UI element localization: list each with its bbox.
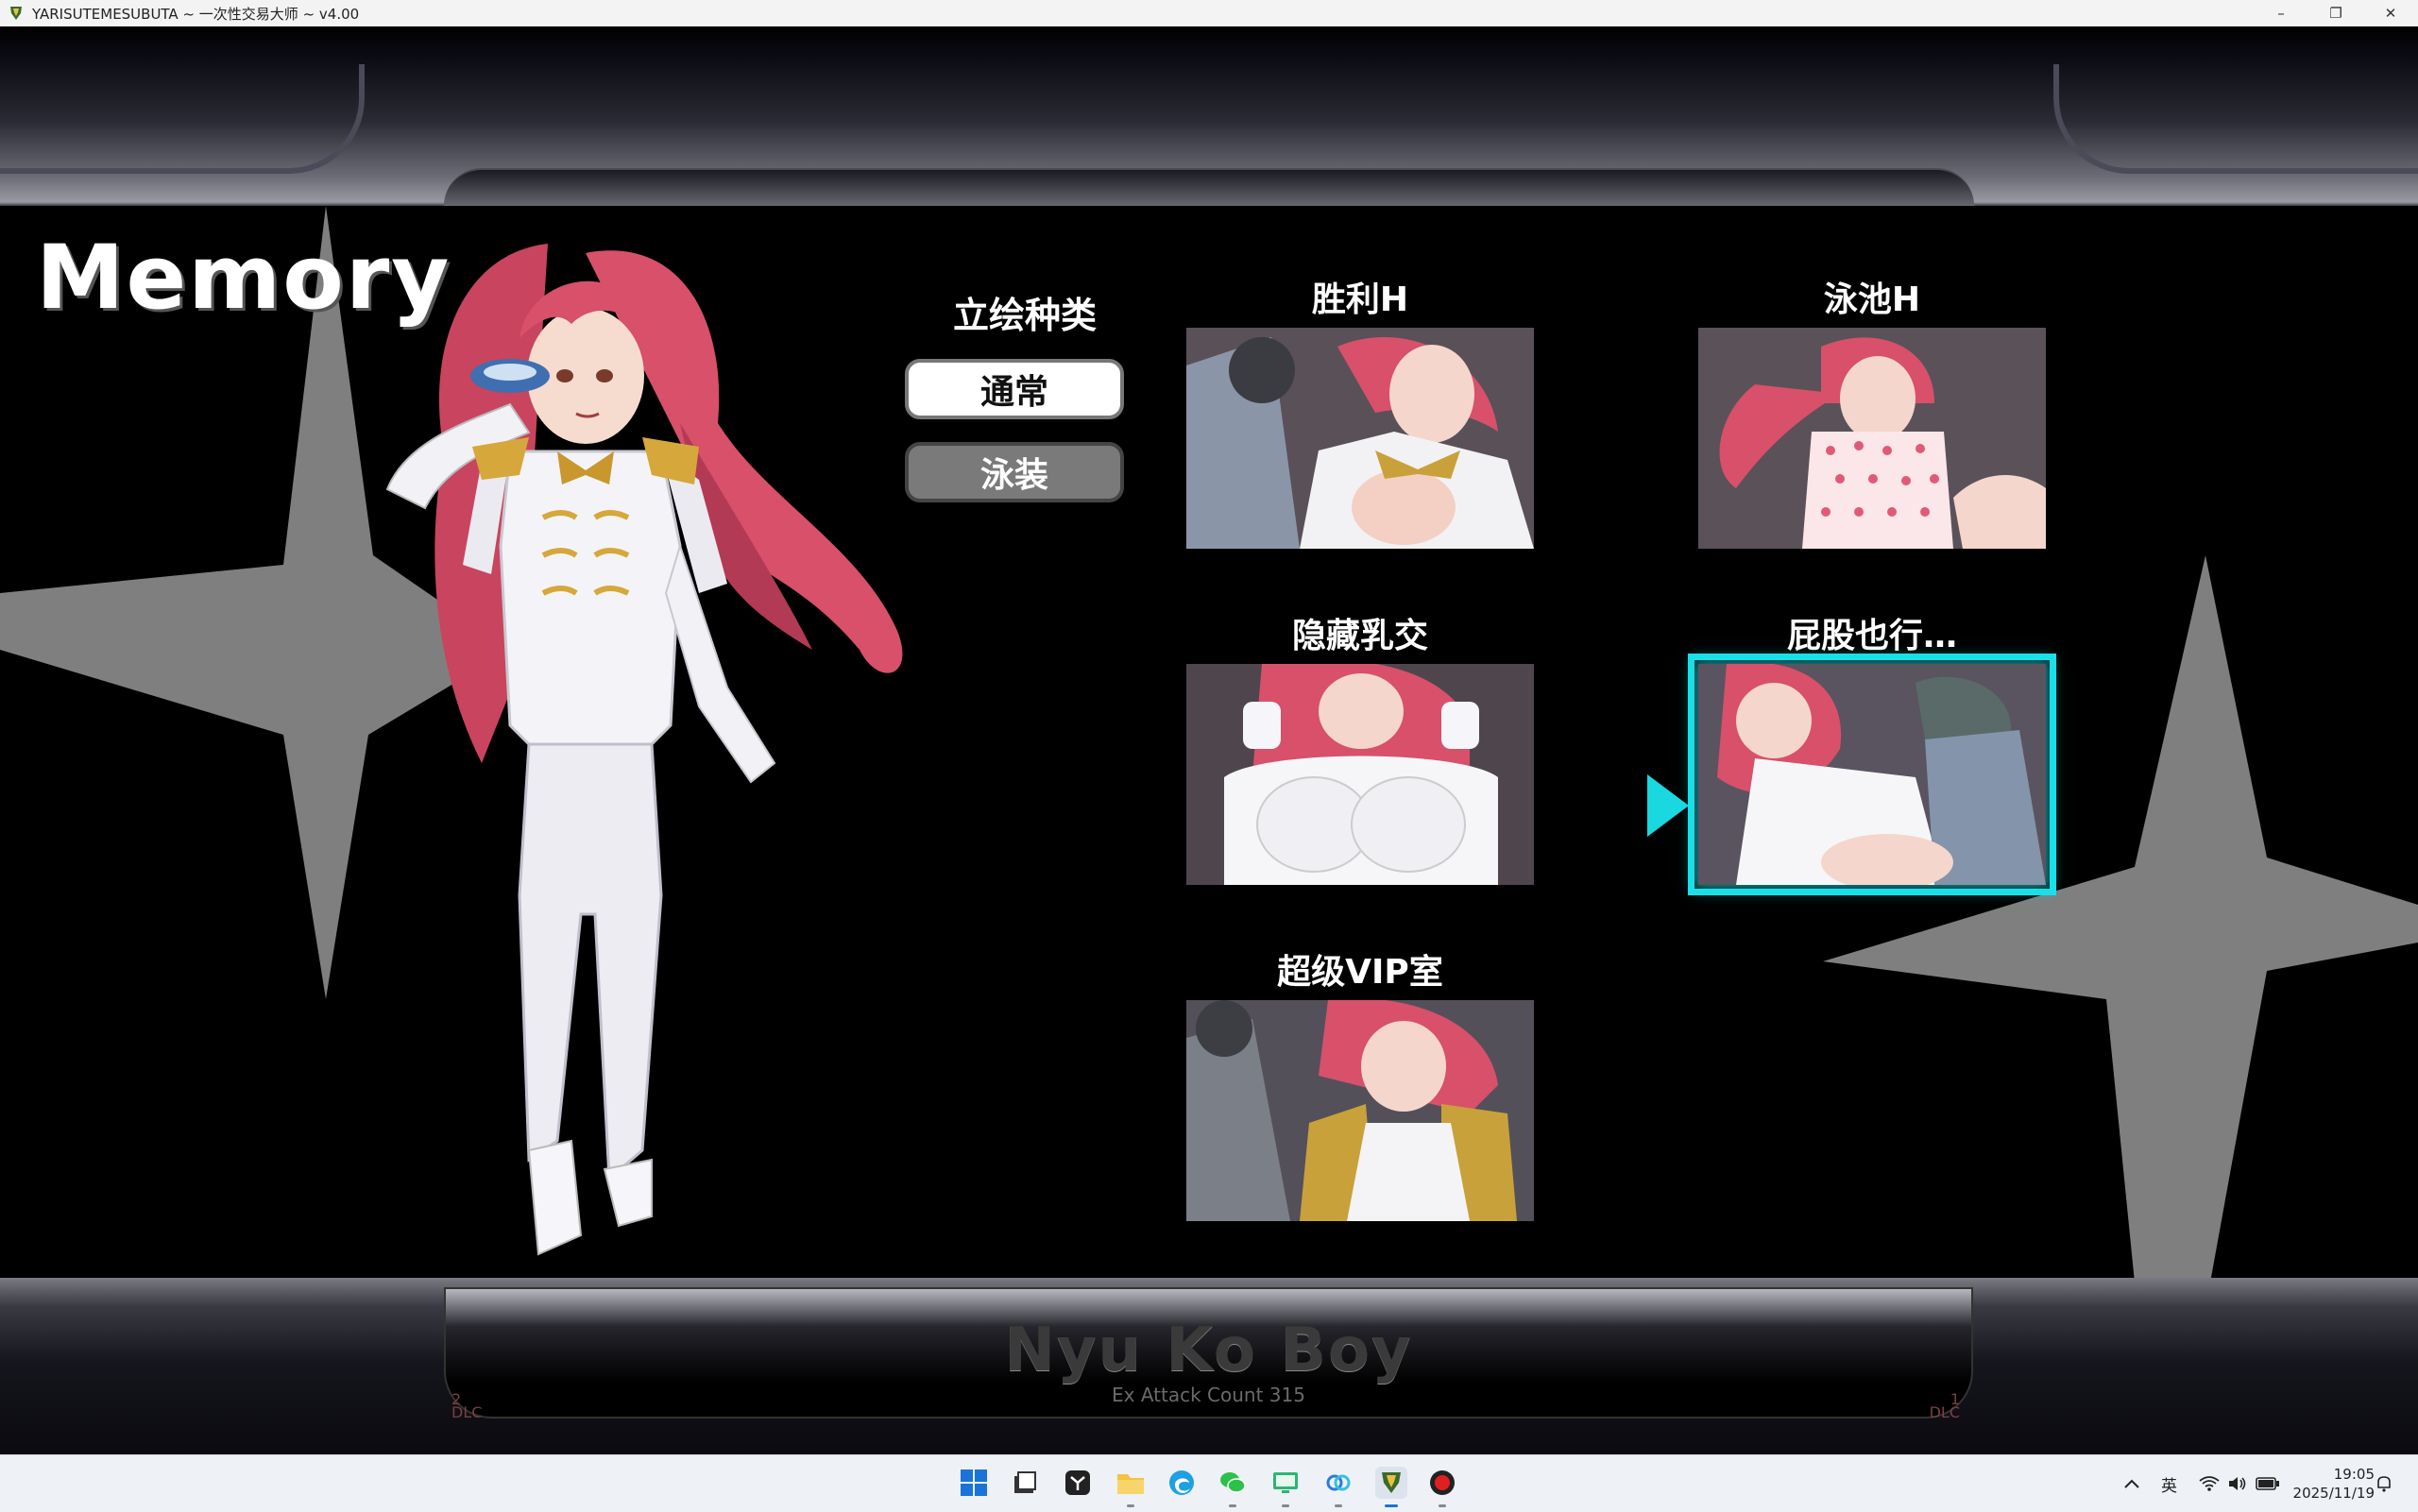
scene-label-hidden-paizuri: 隐藏乳交 <box>1291 617 1428 655</box>
game-icon[interactable] <box>1375 1467 1407 1507</box>
scene-label-victory: 胜利H <box>1311 280 1409 319</box>
top-frame <box>0 26 2418 208</box>
scene-thumb-super-vip[interactable] <box>1186 1000 1534 1221</box>
minimize-icon: – <box>2277 5 2285 22</box>
system-clock[interactable]: 19:05 2025/11/19 <box>2293 1465 2375 1503</box>
selection-arrow-icon <box>1647 774 1689 837</box>
scene-thumb-hidden-paizuri[interactable] <box>1186 664 1534 885</box>
running-indicator <box>1127 1504 1134 1507</box>
scene-label-super-vip: 超级VIP室 <box>1277 953 1443 992</box>
edge-icon[interactable] <box>1166 1467 1198 1499</box>
cloud-app-icon[interactable] <box>1322 1467 1354 1507</box>
bottom-frame: Nyu Ko Boy Ex Attack Count 315 2 DLC 1 D… <box>0 1278 2418 1454</box>
ime-indicator[interactable]: 英 <box>2161 1455 2177 1512</box>
minimize-button[interactable]: – <box>2254 0 2308 26</box>
dlc-right-label: DLC <box>1929 1403 1960 1421</box>
boy-stats: Ex Attack Count 315 <box>1112 1384 1305 1406</box>
scene-label-butt: 屁股也行… <box>1786 617 1957 655</box>
dlc-badge-right: 1 DLC <box>1929 1392 1960 1421</box>
window-title: YARISUTEMESUBUTA ~ 一次性交易大师 ~ v4.00 <box>32 5 360 23</box>
scene-thumb-victory[interactable] <box>1186 328 1534 549</box>
pose-swimsuit-button[interactable]: 泳装 <box>905 442 1124 502</box>
tray-overflow-icon[interactable] <box>2123 1455 2140 1512</box>
dlc-left-label: DLC <box>451 1403 483 1421</box>
app-icon <box>10 7 22 20</box>
running-indicator <box>1229 1504 1236 1507</box>
monitor-icon[interactable] <box>1269 1467 1302 1507</box>
notification-icon[interactable] <box>2375 1455 2393 1512</box>
taskbar: 英 19:05 2025/11/19 <box>0 1454 2418 1512</box>
frame-corner-right <box>2053 64 2418 174</box>
scene-thumb-pool[interactable] <box>1698 328 2046 549</box>
game-viewport: Memory 立绘种类 通常 泳装 胜利H 泳池H 隐藏乳交 屁股也行… 超级V… <box>0 26 2418 1454</box>
pose-type-heading: 立绘种类 <box>952 295 1097 336</box>
character-portrait <box>385 244 903 1256</box>
active-indicator <box>1385 1504 1398 1507</box>
window-title-bar: YARISUTEMESUBUTA ~ 一次性交易大师 ~ v4.00 – ❐ ✕ <box>0 0 2418 26</box>
boy-info-panel: Nyu Ko Boy Ex Attack Count 315 2 DLC 1 D… <box>444 1287 1973 1421</box>
clock-time: 19:05 <box>2333 1466 2375 1483</box>
app-icon[interactable] <box>1062 1467 1094 1499</box>
pose-normal-button[interactable]: 通常 <box>905 359 1124 419</box>
windows-start-icon[interactable] <box>958 1467 990 1499</box>
close-icon: ✕ <box>2384 5 2397 22</box>
record-icon[interactable] <box>1426 1467 1458 1507</box>
clock-date: 2025/11/19 <box>2292 1485 2375 1502</box>
scene-thumb-butt[interactable] <box>1688 654 2056 895</box>
scene-label-pool: 泳池H <box>1823 280 1921 319</box>
dlc-badge-left: 2 DLC <box>451 1392 483 1421</box>
running-indicator <box>1282 1504 1289 1507</box>
wechat-icon[interactable] <box>1217 1467 1249 1507</box>
battery-icon[interactable] <box>2256 1455 2280 1512</box>
file-explorer-icon[interactable] <box>1115 1467 1147 1507</box>
volume-icon[interactable] <box>2227 1455 2248 1512</box>
frame-corner-left <box>0 64 365 174</box>
restore-icon: ❐ <box>2329 5 2342 22</box>
file-icon[interactable] <box>1009 1467 1041 1499</box>
running-indicator <box>1439 1504 1446 1507</box>
maximize-button[interactable]: ❐ <box>2308 0 2363 26</box>
boy-name: Nyu Ko Boy <box>1004 1316 1413 1385</box>
top-frame-slot <box>444 168 1974 208</box>
wifi-icon[interactable] <box>2199 1455 2220 1512</box>
running-indicator <box>1335 1504 1342 1507</box>
close-button[interactable]: ✕ <box>2363 0 2418 26</box>
